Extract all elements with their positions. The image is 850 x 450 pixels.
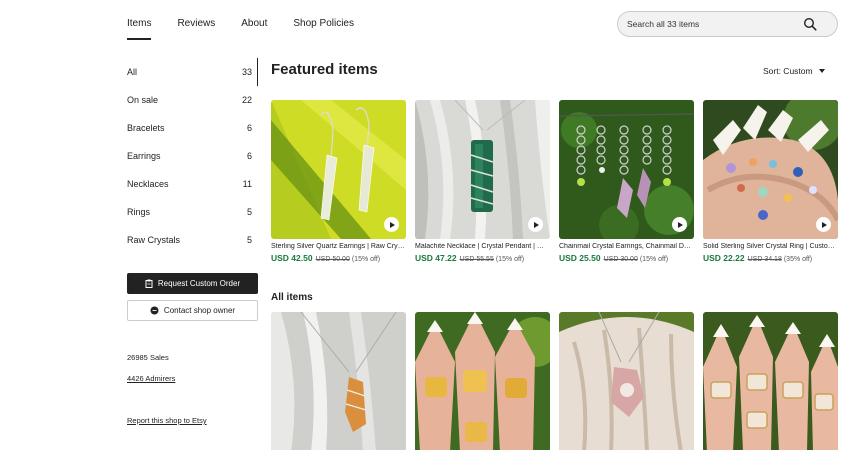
contact-shop-owner-label: Contact shop owner	[163, 306, 236, 315]
original-price: USD 34.18	[747, 256, 782, 263]
request-custom-order-button[interactable]: Request Custom Order	[127, 273, 258, 294]
play-video-icon[interactable]	[672, 217, 687, 232]
sale-price: USD 22.22	[703, 253, 745, 263]
item-card[interactable]	[703, 312, 838, 450]
category-label: Rings	[127, 207, 151, 217]
search-icon[interactable]	[803, 17, 817, 31]
sidebar-item-earrings[interactable]: Earrings 6	[127, 142, 258, 170]
category-sidebar: All 33 On sale 22 Bracelets 6 Earrings 6 Nec…	[127, 58, 258, 254]
product-title: Malachite Necklace | Crystal Pendant | W…	[415, 243, 550, 250]
product-image	[559, 312, 694, 450]
item-card[interactable]	[271, 312, 406, 450]
price-row: USD 25.50 USD 30.00 (15% off)	[559, 253, 694, 263]
featured-item-card[interactable]: Chainmail Crystal Earrings, Chainmail Da…	[559, 100, 694, 263]
contact-shop-owner-button[interactable]: Contact shop owner	[127, 300, 258, 321]
sort-label: Sort: Custom	[763, 66, 813, 76]
category-label: Earrings	[127, 151, 161, 161]
product-image	[703, 312, 838, 450]
category-count: 11	[242, 179, 252, 189]
discount-label: (15% off)	[351, 256, 381, 263]
category-count: 6	[246, 151, 252, 161]
item-card[interactable]	[415, 312, 550, 450]
report-shop-link[interactable]: Report this shop to Etsy	[127, 416, 207, 425]
category-label: Necklaces	[127, 179, 169, 189]
sidebar-item-bracelets[interactable]: Bracelets 6	[127, 114, 258, 142]
featured-item-card[interactable]: Solid Sterling Silver Crystal Ring | Cus…	[703, 100, 838, 263]
price-row: USD 47.22 USD 55.55 (15% off)	[415, 253, 550, 263]
sale-price: USD 47.22	[415, 253, 457, 263]
category-label: On sale	[127, 95, 159, 105]
price-row: USD 22.22 USD 34.18 (35% off)	[703, 253, 838, 263]
featured-items-heading: Featured items	[271, 61, 378, 78]
category-count: 22	[241, 95, 252, 105]
product-image	[271, 100, 406, 239]
category-count: 5	[246, 235, 252, 245]
category-label: Raw Crystals	[127, 235, 181, 245]
sidebar-item-on-sale[interactable]: On sale 22	[127, 86, 258, 114]
sales-count: 26985 Sales	[127, 353, 169, 362]
sort-dropdown[interactable]: Sort: Custom	[763, 66, 825, 76]
product-title: Solid Sterling Silver Crystal Ring | Cus…	[703, 243, 838, 250]
clipboard-icon	[145, 279, 153, 288]
chevron-down-icon	[818, 69, 825, 73]
original-price: USD 30.00	[603, 256, 638, 263]
product-image	[271, 312, 406, 450]
tab-items[interactable]: Items	[127, 10, 152, 40]
sidebar-item-all[interactable]: All 33	[127, 58, 258, 86]
category-label: All	[127, 67, 138, 77]
sidebar-item-necklaces[interactable]: Necklaces 11	[127, 170, 258, 198]
tab-shop-policies[interactable]: Shop Policies	[293, 10, 354, 38]
product-title: Chainmail Crystal Earrings, Chainmail Da…	[559, 243, 694, 250]
product-image	[415, 312, 550, 450]
category-count: 33	[241, 67, 252, 77]
category-count: 6	[246, 123, 252, 133]
discount-label: (15% off)	[495, 256, 525, 263]
featured-item-card[interactable]: Malachite Necklace | Crystal Pendant | W…	[415, 100, 550, 263]
product-image	[415, 100, 550, 239]
play-video-icon[interactable]	[528, 217, 543, 232]
sidebar-item-rings[interactable]: Rings 5	[127, 198, 258, 226]
category-label: Bracelets	[127, 123, 165, 133]
active-category-indicator	[257, 58, 258, 86]
original-price: USD 50.00	[315, 256, 350, 263]
play-video-icon[interactable]	[384, 217, 399, 232]
original-price: USD 55.55	[459, 256, 494, 263]
all-items-heading: All items	[271, 292, 313, 303]
shop-search-bar	[617, 11, 838, 37]
discount-label: (35% off)	[783, 256, 813, 263]
featured-item-card[interactable]: Sterling Silver Quartz Earrings | Raw Cr…	[271, 100, 406, 263]
price-row: USD 42.50 USD 50.00 (15% off)	[271, 253, 406, 263]
sidebar-item-raw-crystals[interactable]: Raw Crystals 5	[127, 226, 258, 254]
message-icon	[150, 306, 159, 315]
product-image	[559, 100, 694, 239]
category-count: 5	[246, 207, 252, 217]
sale-price: USD 42.50	[271, 253, 313, 263]
item-card[interactable]	[559, 312, 694, 450]
discount-label: (15% off)	[639, 256, 669, 263]
tab-reviews[interactable]: Reviews	[177, 10, 215, 38]
product-title: Sterling Silver Quartz Earrings | Raw Cr…	[271, 243, 406, 250]
product-image	[703, 100, 838, 239]
tab-about[interactable]: About	[241, 10, 267, 38]
admirers-link[interactable]: 4426 Admirers	[127, 374, 175, 383]
sale-price: USD 25.50	[559, 253, 601, 263]
search-input[interactable]	[627, 19, 797, 29]
play-video-icon[interactable]	[816, 217, 831, 232]
shop-nav-tabs: Items Reviews About Shop Policies	[127, 10, 380, 40]
request-custom-order-label: Request Custom Order	[157, 279, 241, 288]
